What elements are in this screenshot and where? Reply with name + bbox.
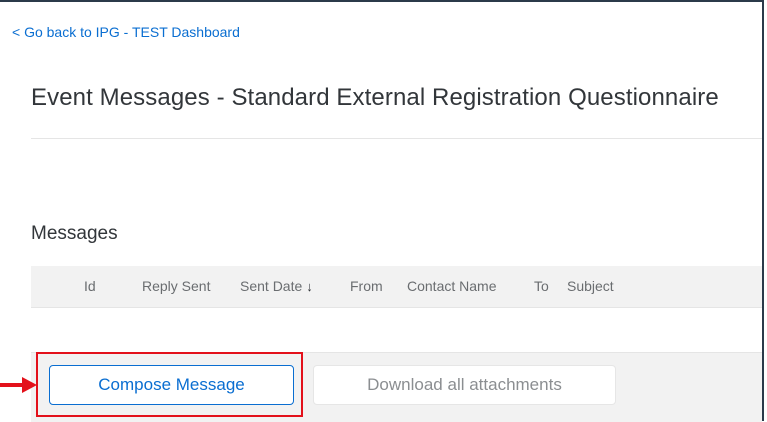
compose-message-button[interactable]: Compose Message bbox=[49, 365, 294, 405]
download-all-attachments-button[interactable]: Download all attachments bbox=[313, 365, 616, 405]
messages-section-title: Messages bbox=[31, 223, 118, 244]
column-header-from[interactable]: From bbox=[350, 278, 383, 294]
messages-table-header: Id Reply Sent Sent Date ↓ From Contact Na… bbox=[31, 266, 762, 308]
column-header-sent-date[interactable]: Sent Date ↓ bbox=[240, 278, 313, 294]
column-header-reply-sent[interactable]: Reply Sent bbox=[142, 278, 210, 294]
arrow-right-icon bbox=[0, 377, 37, 393]
window-frame-top bbox=[0, 0, 762, 2]
column-header-subject[interactable]: Subject bbox=[567, 278, 614, 294]
page-title: Event Messages - Standard External Regis… bbox=[31, 84, 719, 111]
arrow-down-icon: ↓ bbox=[306, 279, 313, 294]
column-header-to[interactable]: To bbox=[534, 278, 549, 294]
column-header-contact-name[interactable]: Contact Name bbox=[407, 278, 496, 294]
column-header-sent-date-label: Sent Date bbox=[240, 278, 303, 294]
column-header-id[interactable]: Id bbox=[84, 278, 96, 294]
title-divider bbox=[31, 138, 762, 139]
back-to-dashboard-link[interactable]: < Go back to IPG - TEST Dashboard bbox=[12, 24, 240, 40]
window-frame-right bbox=[762, 0, 764, 421]
messages-toolbar: Compose Message Download all attachments bbox=[31, 352, 762, 422]
